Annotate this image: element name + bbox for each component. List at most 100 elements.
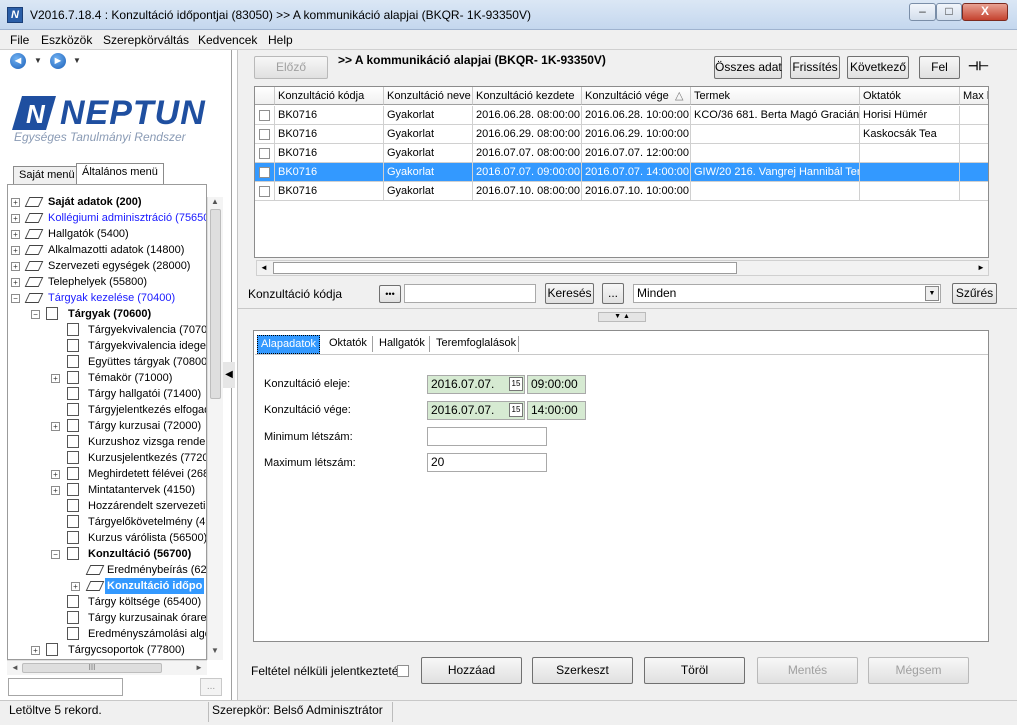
tree-vertical-scrollbar[interactable]: ▲ ▼ [207,197,223,660]
next-button[interactable]: Következő [847,56,909,79]
search-input[interactable] [404,284,536,303]
collapse-left-pane-icon[interactable]: ◀ [223,362,235,388]
cell-max [960,144,988,163]
refresh-button[interactable]: Frissítés [790,56,840,79]
menu-eszkozok[interactable]: Eszközök [41,33,92,47]
close-button[interactable]: X [962,3,1008,21]
min-headcount-field[interactable] [427,427,547,446]
tree-item-konzultacio-idopontjai[interactable]: + Konzultáció időpo [8,578,206,594]
tab-general-menu[interactable]: Általános menü [76,163,164,184]
menu-search-input[interactable] [8,678,123,696]
grid-header-teachers[interactable]: Oktatók [860,87,960,105]
grid-header-rooms[interactable]: Termek [691,87,860,105]
menu-search-button[interactable]: ... [200,678,222,696]
tree-item-konzultacio[interactable]: − Konzultáció (56700) [8,546,206,562]
tab-teremfoglalasok[interactable]: Teremfoglalások [433,335,519,354]
tree-item-kurzusjelentkezes[interactable]: Kurzusjelentkezés (77200 [8,450,206,466]
filter-button[interactable]: Szűrés [952,283,997,304]
delete-button[interactable]: Töröl [644,657,745,684]
edit-button[interactable]: Szerkeszt [532,657,633,684]
grid-scroll-thumb[interactable] [273,262,737,274]
end-time-field[interactable]: 14:00:00 [527,401,586,420]
tree-item-hallgatok[interactable]: + Hallgatók (5400) [8,226,206,242]
tree-item-eredmenyszamolasi[interactable]: Eredményszámolási algori [8,626,206,642]
scroll-right-icon[interactable]: ► [977,263,985,272]
tree-item-targyekvivalencia[interactable]: Tárgyekvivalencia (70700 [8,322,206,338]
grid-header-code[interactable]: Konzultáció kódja [275,87,384,105]
menu-file[interactable]: File [10,33,29,47]
start-time-field[interactable]: 09:00:00 [527,375,586,394]
menu-kedvencek[interactable]: Kedvencek [198,33,257,47]
maximize-button[interactable]: □ [936,3,962,21]
tree-item-temakor[interactable]: + Témakör (71000) [8,370,206,386]
tree-item-targyak[interactable]: − Tárgyak (70600) [8,306,206,322]
pin-icon[interactable]: ⊣⊢ [968,59,989,73]
calendar-icon[interactable]: 15 [509,377,523,391]
up-button[interactable]: Fel [919,56,960,79]
tree-item-kollegiumi[interactable]: + Kollégiumi adminisztráció (75650) [8,210,206,226]
grid-header-select[interactable] [255,87,275,105]
tree-item-kurzus-varolista[interactable]: Kurzus várólista (56500) [8,530,206,546]
tree-item-egyuttes[interactable]: Együttes tárgyak (70800) [8,354,206,370]
tree-item-mintatantervek[interactable]: + Mintatantervek (4150) [8,482,206,498]
row-checkbox[interactable] [259,129,270,140]
tab-oktatok[interactable]: Oktatók [326,335,370,354]
forward-arrow-icon[interactable]: ► [50,53,66,69]
tree-item-meghirdetett[interactable]: + Meghirdetett félévei (2680 [8,466,206,482]
add-button[interactable]: Hozzáad [421,657,522,684]
row-checkbox[interactable] [259,110,270,121]
unconditional-enroll-checkbox[interactable] [397,665,409,677]
row-checkbox[interactable] [259,148,270,159]
tab-separator [518,336,519,352]
back-arrow-icon[interactable]: ◄ [10,53,26,69]
tree-item-targyekvivalencia-ideg[interactable]: Tárgyekvivalencia ideger [8,338,206,354]
book-icon [85,581,105,591]
tree-item-alkalmazotti[interactable]: + Alkalmazotti adatok (14800) [8,242,206,258]
tree-item-targy-koltsege[interactable]: Tárgy költsége (65400) [8,594,206,610]
minimize-button[interactable]: – [909,3,936,21]
chevron-down-icon[interactable]: ▼ [925,286,939,301]
tree-item-targyak-kezelese[interactable]: − Tárgyak kezelése (70400) [8,290,206,306]
row-checkbox[interactable] [259,167,270,178]
tab-alapadatok[interactable]: Alapadatok [257,335,321,354]
cancel-button[interactable]: Mégsem [868,657,969,684]
grid-header-end[interactable]: Konzultáció vége △ [582,87,691,105]
tree-horizontal-scrollbar[interactable]: ◄ III ► [7,660,207,675]
tree-item-targycsoportok[interactable]: + Tárgycsoportok (77800) [8,642,206,658]
tab-own-menu[interactable]: Saját menü [13,166,81,184]
tree-item-eredmenybeiras[interactable]: Eredménybeírás (621 [8,562,206,578]
grid-header-name[interactable]: Konzultáció neve [384,87,473,105]
tree-item-szervezeti[interactable]: + Szervezeti egységek (28000) [8,258,206,274]
back-dropdown-icon[interactable]: ▼ [34,56,42,65]
grid-header-start[interactable]: Konzultáció kezdete [473,87,582,105]
max-headcount-field[interactable]: 20 [427,453,547,472]
more-button[interactable]: ... [602,283,624,304]
search-button[interactable]: Keresés [545,283,594,304]
grid-horizontal-scrollbar[interactable]: ◄ ► [256,260,989,276]
tree-item-telephelyek[interactable]: + Telephelyek (55800) [8,274,206,290]
grid-header-max[interactable]: Max lé [960,87,988,105]
tree-item-kurzus-vizsga[interactable]: Kurzushoz vizsga rendelé [8,434,206,450]
status-divider [208,702,209,722]
splitter-toggle-icon[interactable]: ▼ ▲ [598,312,646,322]
tab-hallgatok[interactable]: Hallgatók [376,335,428,354]
tree-item-kurzusok-orarend[interactable]: Tárgy kurzusainak óraren [8,610,206,626]
tree-item-targyjelentkezes[interactable]: Tárgyjelentkezés elfogadá [8,402,206,418]
all-data-button[interactable]: Összes adat [714,56,782,79]
tree-item-targy-kurzusai[interactable]: + Tárgy kurzusai (72000) [8,418,206,434]
forward-dropdown-icon[interactable]: ▼ [73,56,81,65]
document-icon [67,483,79,496]
previous-button[interactable]: Előző [254,56,328,79]
search-options-button[interactable]: ••• [379,285,401,303]
tree-item-targyelokovetelmeny[interactable]: Tárgyelőkövetelmény (49 [8,514,206,530]
tree-item-hozzarendelt[interactable]: Hozzárendelt szervezeti e [8,498,206,514]
row-checkbox[interactable] [259,186,270,197]
save-button[interactable]: Mentés [757,657,858,684]
filter-select[interactable]: Minden ▼ [633,284,941,303]
menu-szerepkorvaltas[interactable]: Szerepkörváltás [103,33,189,47]
tree-item-sajat-adatok[interactable]: + Saját adatok (200) [8,194,206,210]
scroll-left-icon[interactable]: ◄ [260,263,268,272]
calendar-icon[interactable]: 15 [509,403,523,417]
menu-help[interactable]: Help [268,33,293,47]
tree-item-targy-hallgatoi[interactable]: Tárgy hallgatói (71400) [8,386,206,402]
